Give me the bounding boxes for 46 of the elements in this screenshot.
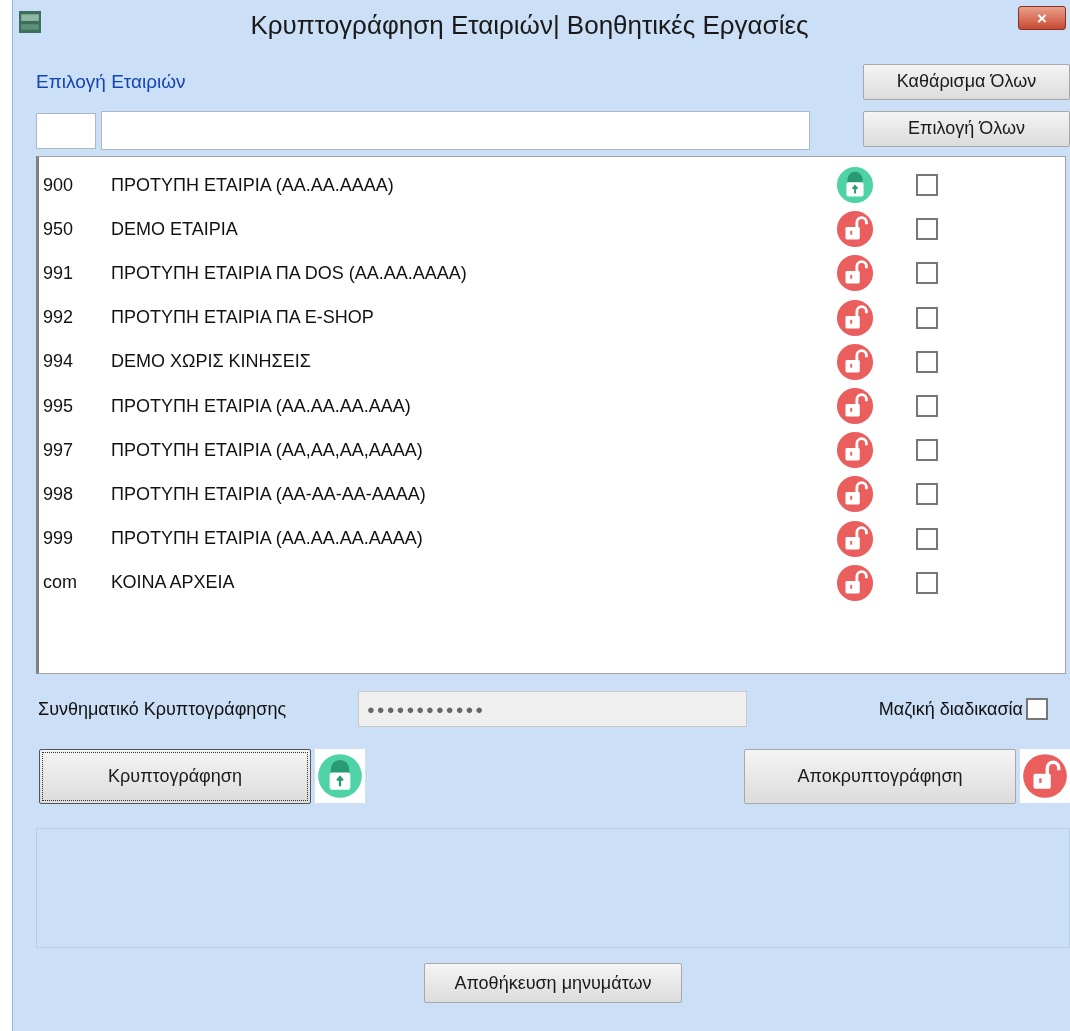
company-name: ΠΡΟΤΥΠΗ ΕΤΑΙΡΙΑ (ΑΑ.ΑΑ.ΑΑ.ΑΑΑΑ) (111, 528, 424, 550)
checkbox[interactable] (916, 483, 938, 506)
company-code: 992 (42, 307, 75, 329)
company-name: ΠΡΟΤΥΠΗ ΕΤΑΙΡΙΑ ΠΑ DOS (ΑΑ.ΑΑ.ΑΑΑΑ) (111, 262, 468, 284)
company-code: 995 (42, 395, 75, 417)
checkbox[interactable] (916, 571, 938, 594)
checkbox[interactable] (916, 439, 938, 462)
checkbox[interactable] (916, 527, 938, 550)
checkbox[interactable] (916, 218, 938, 241)
unlocked-padlock-icon (1022, 753, 1068, 799)
company-name: ΠΡΟΤΥΠΗ ΕΤΑΙΡΙΑ (ΑΑ,ΑΑ,ΑΑ,ΑΑΑΑ) (111, 439, 424, 461)
company-code: 991 (42, 262, 75, 284)
save-messages-button[interactable]: Αποθήκευση μηνυμάτων (424, 963, 682, 1003)
batch-checkbox[interactable] (1026, 698, 1048, 720)
checkbox[interactable] (916, 350, 938, 373)
company-name: ΚΟΙΝΑ ΑΡΧΕΙΑ (111, 572, 236, 594)
company-name: ΠΡΟΤΥΠΗ ΕΤΑΙΡΙΑ (ΑΑ-ΑΑ-ΑΑ-ΑΑΑΑ) (111, 483, 427, 505)
checkbox[interactable] (916, 262, 938, 285)
company-name: ΠΡΟΤΥΠΗ ΕΤΑΙΡΙΑ (ΑΑ.ΑΑ.ΑΑ.ΑΑΑ) (111, 395, 412, 417)
company-code: 998 (42, 483, 75, 505)
checkbox[interactable] (916, 306, 938, 329)
company-name: ΠΡΟΤΥΠΗ ΕΤΑΙΡΙΑ ΠΑ E-SHOP (111, 307, 375, 329)
window-title: Κρυπτογράφηση Εταιριών| Βοηθητικές Εργασίες (249, 9, 810, 41)
company-name: DEMO ΕΤΑΙΡΙΑ (111, 218, 239, 240)
company-code: 994 (42, 351, 75, 373)
checkbox[interactable] (916, 395, 938, 418)
select-all-button[interactable]: Επιλογή Όλων (863, 110, 1070, 147)
locked-padlock-icon (317, 753, 363, 799)
company-name: DEMO ΧΩΡΙΣ ΚΙΝΗΣΕΙΣ (111, 351, 312, 373)
company-code: 950 (42, 218, 75, 240)
company-name: ΠΡΟΤΥΠΗ ΕΤΑΙΡΙΑ (ΑΑ.ΑΑ.ΑΑΑΑ) (111, 174, 395, 196)
company-code: com (42, 572, 78, 594)
password-label: Συνθηματικό Κρυπτογράφησης (38, 698, 288, 720)
checkbox[interactable] (916, 174, 938, 197)
decrypt-button[interactable]: Αποκρυπτογράφηση (744, 748, 1016, 804)
company-code: 900 (42, 174, 75, 196)
section-label: Επιλογή Εταιριών (36, 70, 187, 93)
batch-label: Μαζική διαδικασία (878, 698, 1023, 720)
encrypt-button[interactable]: Κρυπτογράφηση (39, 748, 311, 804)
password-field[interactable]: ●●●●●●●●●●●● (358, 691, 747, 727)
search-field[interactable] (101, 111, 810, 150)
company-code: 999 (42, 528, 75, 550)
app-icon (19, 11, 41, 33)
clear-all-button[interactable]: Καθάρισμα Όλων (863, 63, 1070, 100)
company-code: 997 (42, 439, 75, 461)
code-field[interactable] (36, 112, 96, 149)
